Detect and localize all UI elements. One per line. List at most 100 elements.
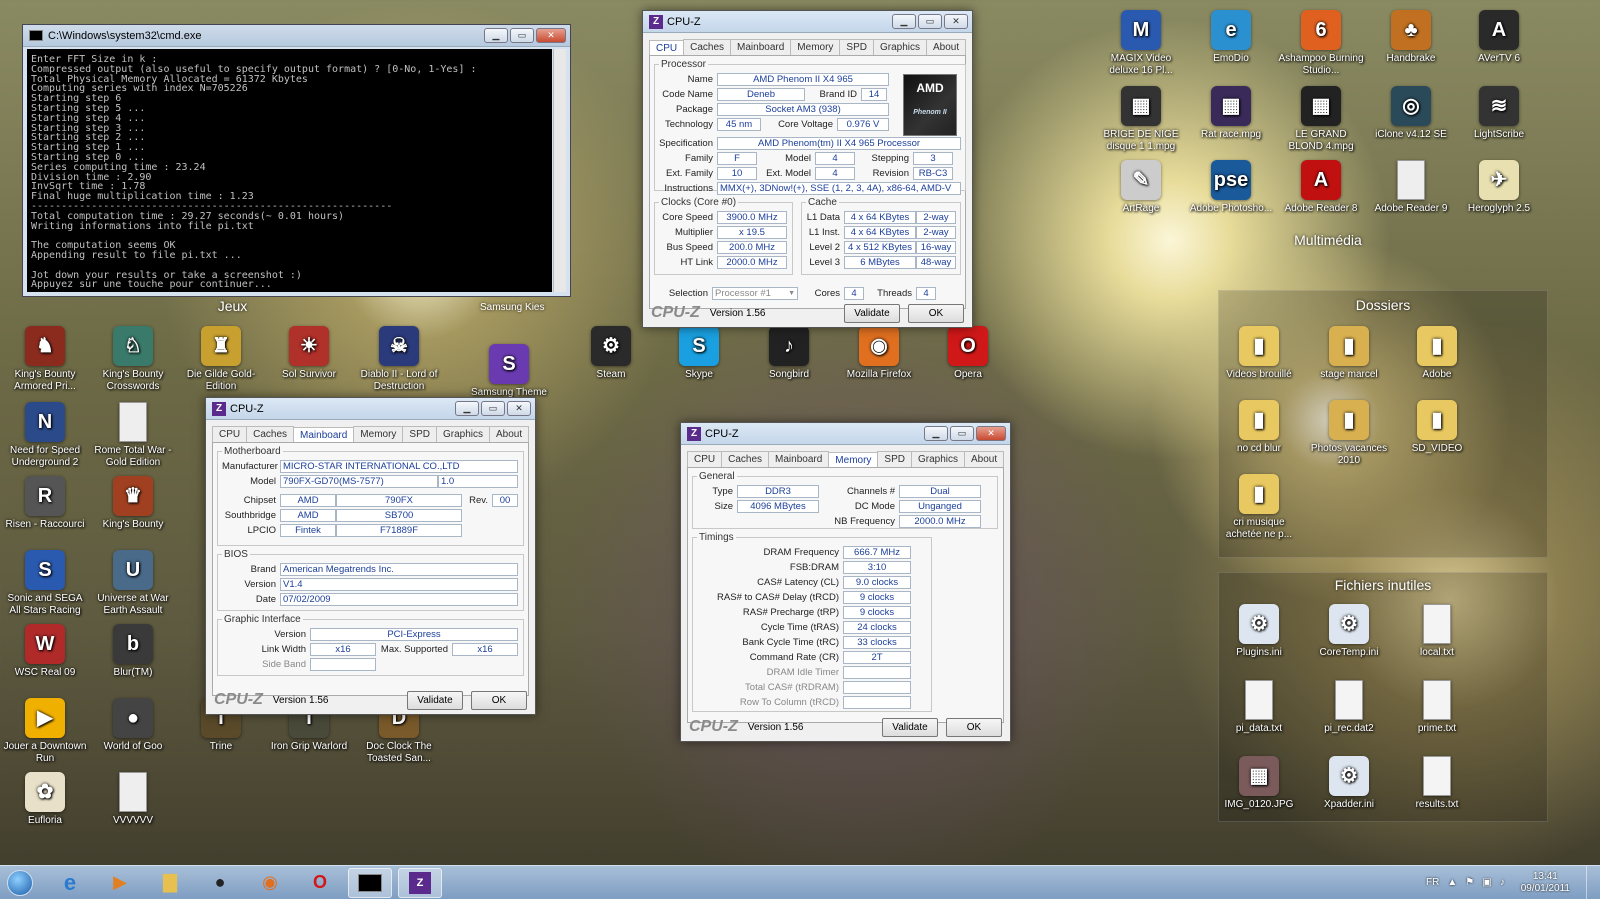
desktop-icon[interactable]: ✿ Eufloria	[2, 772, 88, 827]
tab-spd[interactable]: SPD	[877, 451, 912, 467]
tab-graphics[interactable]: Graphics	[910, 451, 965, 467]
desktop-icon[interactable]: ♣ Handbrake	[1368, 10, 1454, 65]
start-button[interactable]	[0, 866, 40, 899]
tab-cpu[interactable]: CPU	[687, 451, 723, 467]
desktop-icon[interactable]: ▦ IMG_0120.JPG	[1216, 756, 1302, 811]
taskbar-songbird[interactable]: ●	[198, 868, 242, 898]
desktop-icon[interactable]: ▮ stage marcel	[1306, 326, 1392, 381]
desktop-icon[interactable]: S Skype	[656, 326, 742, 381]
maximize-button[interactable]: ▭	[481, 401, 505, 416]
tab-graphics[interactable]: Graphics	[872, 39, 927, 55]
maximize-button[interactable]: ▭	[950, 426, 974, 441]
desktop-icon[interactable]: ☀ Sol Survivor	[266, 326, 352, 381]
close-button[interactable]: ✕	[536, 28, 566, 43]
tab-spd[interactable]: SPD	[839, 39, 874, 55]
taskbar-internet-explorer[interactable]: e	[48, 868, 92, 898]
desktop-icon[interactable]: ▦ Rat race.mpg	[1188, 86, 1274, 141]
desktop-icon[interactable]: N Need for Speed Underground 2	[2, 402, 88, 469]
desktop-icon[interactable]: ✈ Heroglyph 2.5	[1456, 160, 1542, 215]
desktop-icon[interactable]: ● World of Goo	[90, 698, 176, 753]
desktop-icon[interactable]: ♜ Die Gilde Gold-Edition	[178, 326, 264, 393]
tab-caches[interactable]: Caches	[683, 39, 732, 55]
desktop-icon[interactable]: ♛ King's Bounty	[90, 476, 176, 531]
desktop-icon[interactable]: O Opera	[925, 326, 1011, 381]
tab-about[interactable]: About	[489, 426, 530, 442]
processor-select[interactable]: Processor #1 ▼	[712, 286, 798, 300]
tab-graphics[interactable]: Graphics	[435, 426, 490, 442]
desktop-icon[interactable]: W WSC Real 09	[2, 624, 88, 679]
desktop-icon[interactable]: ☠ Diablo II - Lord of Destruction	[356, 326, 442, 393]
tab-mainboard[interactable]: Mainboard	[730, 39, 792, 55]
minimize-button[interactable]: ▁	[484, 28, 508, 43]
volume-icon[interactable]: ♪	[1500, 877, 1505, 888]
taskbar-explorer[interactable]: ▇	[148, 868, 192, 898]
desktop-icon[interactable]: ▮ no cd blur	[1216, 400, 1302, 455]
desktop-icon[interactable]: pi_rec.dat2	[1306, 680, 1392, 735]
desktop-icon[interactable]: ≋ LightScribe	[1456, 86, 1542, 141]
minimize-button[interactable]: ▁	[455, 401, 479, 416]
taskbar-firefox[interactable]: ◉	[248, 868, 292, 898]
desktop-icon[interactable]: ♘ King's Bounty Crosswords	[90, 326, 176, 393]
desktop-icon[interactable]: A Adobe Reader 8	[1278, 160, 1364, 215]
cpuz-mainboard-titlebar[interactable]: Z CPU-Z ▁ ▭ ✕	[206, 398, 535, 420]
desktop-icon[interactable]: pse Adobe Photosho...	[1188, 160, 1274, 215]
cmd-window[interactable]: C:\Windows\system32\cmd.exe ▁ ▭ ✕ Enter …	[22, 24, 571, 297]
desktop-icon[interactable]: ▮ Adobe	[1394, 326, 1480, 381]
desktop-icon[interactable]: ⚙ Xpadder.ini	[1306, 756, 1392, 811]
cpuz-mainboard-window[interactable]: Z CPU-Z ▁ ▭ ✕ CPU Caches Mainboard Memory SP…	[205, 397, 536, 715]
desktop-icon[interactable]: ▮ Photos vacances 2010	[1306, 400, 1392, 467]
show-desktop-button[interactable]	[1586, 865, 1600, 899]
desktop-icon[interactable]: pi_data.txt	[1216, 680, 1302, 735]
desktop-icon[interactable]: e EmoDio	[1188, 10, 1274, 65]
tab-about[interactable]: About	[964, 451, 1005, 467]
desktop-icon[interactable]: ▮ Videos brouillé	[1216, 326, 1302, 381]
tab-mainboard[interactable]: Mainboard	[293, 427, 355, 443]
desktop-icon[interactable]: b Blur(TM)	[90, 624, 176, 679]
cpuz-memory-titlebar[interactable]: Z CPU-Z ▁ ▭ ✕	[681, 423, 1010, 445]
close-button[interactable]: ✕	[944, 14, 968, 29]
minimize-button[interactable]: ▁	[892, 14, 916, 29]
desktop-icon[interactable]: R Risen - Raccourci	[2, 476, 88, 531]
console-scrollbar[interactable]	[553, 49, 566, 292]
close-button[interactable]: ✕	[976, 426, 1006, 441]
taskbar-cmd[interactable]	[348, 867, 392, 898]
cpuz-memory-window[interactable]: Z CPU-Z ▁ ▭ ✕ CPU Caches Mainboard Memory SP…	[680, 422, 1011, 742]
language-indicator[interactable]: FR	[1426, 877, 1439, 888]
maximize-button[interactable]: ▭	[918, 14, 942, 29]
taskbar-opera[interactable]: O	[298, 868, 342, 898]
tab-memory[interactable]: Memory	[828, 452, 879, 468]
maximize-button[interactable]: ▭	[510, 28, 534, 43]
cmd-titlebar[interactable]: C:\Windows\system32\cmd.exe ▁ ▭ ✕	[23, 25, 570, 47]
tab-caches[interactable]: Caches	[246, 426, 295, 442]
desktop-icon[interactable]: Rome Total War - Gold Edition	[90, 402, 176, 469]
desktop-icon[interactable]: VVVVVV	[90, 772, 176, 827]
desktop-icon[interactable]: ▦ LE GRAND BLOND 4.mpg	[1278, 86, 1364, 153]
desktop-icon[interactable]: ▦ BRIGE DE NIGE disque 1 1.mpg	[1098, 86, 1184, 153]
validate-button[interactable]: Validate	[407, 690, 463, 710]
validate-button[interactable]: Validate	[844, 303, 900, 323]
desktop-icon[interactable]: ◉ Mozilla Firefox	[836, 326, 922, 381]
minimize-button[interactable]: ▁	[924, 426, 948, 441]
network-icon[interactable]: ▣	[1482, 877, 1491, 888]
desktop-icon[interactable]: ✎ ArtRage	[1098, 160, 1184, 215]
desktop-icon[interactable]: ♪ Songbird	[746, 326, 832, 381]
clock[interactable]: 13:41 09/01/2011	[1521, 871, 1570, 895]
desktop-icon[interactable]: results.txt	[1394, 756, 1480, 811]
tab-spd[interactable]: SPD	[402, 426, 437, 442]
desktop-icon[interactable]: ⚙ Steam	[568, 326, 654, 381]
tab-cpu[interactable]: CPU	[212, 426, 248, 442]
desktop-icon[interactable]: ▶ Jouer a Downtown Run	[2, 698, 88, 765]
desktop-icon[interactable]: local.txt	[1394, 604, 1480, 659]
tab-cpu[interactable]: CPU	[649, 40, 685, 56]
cpuz-cpu-titlebar[interactable]: Z CPU-Z ▁ ▭ ✕	[643, 11, 972, 33]
ok-button[interactable]: OK	[471, 690, 527, 710]
tab-memory[interactable]: Memory	[790, 39, 841, 55]
ok-button[interactable]: OK	[908, 303, 964, 323]
desktop-icon[interactable]: Adobe Reader 9	[1368, 160, 1454, 215]
desktop-icon[interactable]: 6 Ashampoo Burning Studio...	[1278, 10, 1364, 77]
desktop-icon[interactable]: A AVerTV 6	[1456, 10, 1542, 65]
tab-memory[interactable]: Memory	[353, 426, 404, 442]
desktop-icon[interactable]: ▮ SD_VIDEO	[1394, 400, 1480, 455]
ok-button[interactable]: OK	[946, 717, 1002, 737]
samsung-kies-label[interactable]: Samsung Kies	[480, 302, 544, 313]
